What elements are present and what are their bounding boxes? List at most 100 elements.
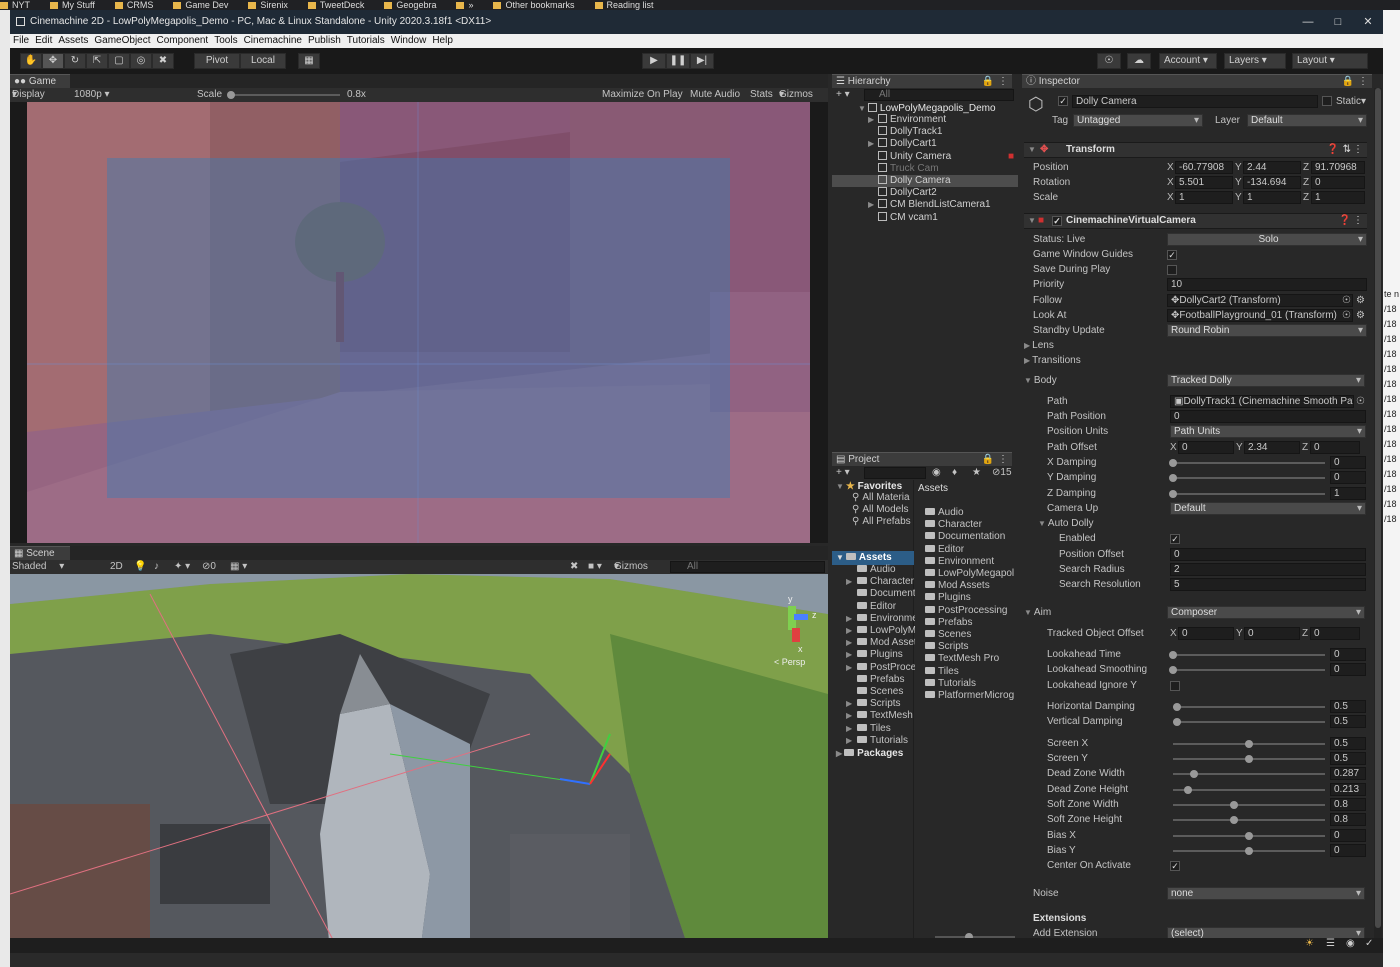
inspector-menu-icon[interactable]: ⋮ bbox=[1358, 75, 1368, 89]
2d-toggle[interactable]: 2D bbox=[110, 560, 123, 574]
y-damping-slider-knob[interactable] bbox=[1169, 474, 1177, 482]
active-checkbox[interactable]: ✓ bbox=[1058, 96, 1068, 106]
aim-horizontal-damping-input[interactable]: 0.5 bbox=[1330, 700, 1366, 713]
project-search-input[interactable] bbox=[864, 467, 926, 479]
aim-lookahead-smoothing-slider-knob[interactable] bbox=[1169, 666, 1177, 674]
transform-tool-icon[interactable]: ◎ bbox=[130, 53, 152, 69]
audio-icon[interactable]: ♪ bbox=[154, 560, 159, 574]
asset-item[interactable]: Editor bbox=[925, 544, 964, 556]
standby-dropdown[interactable]: Round Robin bbox=[1167, 324, 1367, 337]
aim-bias-x-slider[interactable] bbox=[1173, 832, 1325, 840]
scale-tool-icon[interactable]: ⇱ bbox=[86, 53, 108, 69]
gizmos-toggle[interactable]: Gizmos ▾ bbox=[779, 88, 813, 102]
z-damping-slider[interactable] bbox=[1169, 490, 1325, 498]
folder-tree-item[interactable]: ▶ TextMesh bbox=[846, 710, 913, 722]
priority-input[interactable]: 10 bbox=[1167, 278, 1367, 291]
aim-bias-x-slider-knob[interactable] bbox=[1245, 832, 1253, 840]
transform-scl-y-input[interactable]: 1 bbox=[1243, 191, 1301, 204]
z-damping-input[interactable]: 1 bbox=[1330, 487, 1366, 500]
inspector-lock-icon[interactable]: 🔒 bbox=[1342, 75, 1354, 89]
folder-tree-item[interactable]: ▶ Mod Asset bbox=[846, 637, 917, 649]
project-add-button[interactable]: + ▾ bbox=[836, 466, 850, 480]
transform-pos-z-input[interactable]: 91.70968 bbox=[1311, 161, 1365, 174]
transform-rot-x-input[interactable]: 5.501 bbox=[1175, 176, 1233, 189]
path-picker-icon[interactable]: ☉ bbox=[1356, 395, 1365, 409]
aim-bias-y-slider[interactable] bbox=[1173, 847, 1325, 855]
aim-dead-zone-height-input[interactable]: 0.213 bbox=[1330, 783, 1366, 796]
rotate-tool-icon[interactable]: ↻ bbox=[64, 53, 86, 69]
bookmark-item[interactable]: My Stuff bbox=[50, 0, 95, 10]
aim-bias-x-input[interactable]: 0 bbox=[1330, 829, 1366, 842]
persp-label[interactable]: < Persp bbox=[774, 657, 805, 667]
folder-tree-item[interactable]: Prefabs bbox=[846, 674, 904, 686]
game-viewport[interactable] bbox=[10, 102, 828, 543]
close-button[interactable]: ✕ bbox=[1353, 10, 1383, 34]
aim-soft-zone-height-input[interactable]: 0.8 bbox=[1330, 813, 1366, 826]
x-damping-slider-knob[interactable] bbox=[1169, 459, 1177, 467]
grid-icon[interactable]: ▦ ▾ bbox=[230, 560, 247, 574]
aim-soft-zone-height-slider-knob[interactable] bbox=[1229, 816, 1238, 824]
x-damping-input[interactable]: 0 bbox=[1330, 456, 1366, 469]
z-damping-slider-knob[interactable] bbox=[1169, 490, 1177, 498]
folder-tree-item[interactable]: ▶ Tutorials bbox=[846, 735, 908, 747]
body-dropdown[interactable]: Tracked Dolly bbox=[1167, 374, 1365, 387]
asset-item[interactable]: Prefabs bbox=[925, 617, 972, 629]
rect-tool-icon[interactable]: ▢ bbox=[108, 53, 130, 69]
lens-foldout[interactable]: ▶ Lens bbox=[1024, 339, 1054, 353]
asset-item[interactable]: Environment bbox=[925, 556, 994, 568]
asset-item[interactable]: PostProcessing bbox=[925, 605, 1007, 617]
lookat-gear-icon[interactable]: ⚙ bbox=[1356, 309, 1365, 323]
aim-screen-y-slider-knob[interactable] bbox=[1245, 755, 1253, 763]
stack-icon[interactable]: ☰ bbox=[1326, 938, 1335, 949]
grid-snap-icon[interactable]: ▦ bbox=[298, 53, 320, 69]
aim-lookahead-smoothing-slider[interactable] bbox=[1169, 666, 1325, 674]
aim-soft-zone-height-slider[interactable] bbox=[1173, 816, 1325, 824]
follow-gear-icon[interactable]: ⚙ bbox=[1356, 294, 1365, 308]
aim-screen-y-slider[interactable] bbox=[1173, 755, 1325, 763]
bookmark-item[interactable]: Other bookmarks bbox=[493, 0, 575, 10]
display-dropdown[interactable]: Display 1 ▾ bbox=[12, 88, 45, 114]
auto-dolly-foldout[interactable]: ▼ Auto Dolly bbox=[1038, 517, 1094, 531]
hierarchy-item[interactable]: Dolly Camera bbox=[832, 175, 1018, 187]
hierarchy-item[interactable]: ▶ DollyCart1 bbox=[832, 138, 1018, 150]
folder-tree-item[interactable]: ▶ Tiles bbox=[846, 723, 891, 735]
aim-lookahead-time-input[interactable]: 0 bbox=[1330, 648, 1366, 661]
vcam-header[interactable]: ▼ ■ ✓ CinemachineVirtualCamera ❓ ⋮ bbox=[1024, 213, 1367, 229]
aim-horizontal-damping-slider[interactable] bbox=[1172, 703, 1325, 711]
tag-dropdown[interactable]: Untagged bbox=[1073, 114, 1203, 127]
layer-dropdown[interactable]: Default bbox=[1247, 114, 1367, 127]
help-icon[interactable]: ❓ bbox=[1327, 143, 1339, 157]
aim-vertical-damping-slider-knob[interactable] bbox=[1172, 718, 1181, 726]
play-button[interactable]: ▶ bbox=[642, 53, 666, 69]
transform-header[interactable]: ▼ ✥ Transform ❓ ⇅ ⋮ bbox=[1024, 142, 1367, 158]
resolution-dropdown[interactable]: 1080p (1920x1080) ▾ bbox=[74, 88, 130, 114]
favorite-item[interactable]: ⚲ All Prefabs bbox=[852, 516, 911, 528]
aim-soft-zone-width-slider[interactable] bbox=[1173, 801, 1325, 809]
shading-dropdown[interactable]: Shaded ▾ bbox=[12, 560, 64, 574]
stats-toggle[interactable]: Stats bbox=[750, 88, 773, 102]
project-menu-icon[interactable]: ⋮ bbox=[998, 453, 1008, 467]
project-lock-icon[interactable]: 🔒 bbox=[982, 453, 994, 467]
bookmark-item[interactable]: » bbox=[456, 0, 473, 10]
asset-item[interactable]: Mod Assets bbox=[925, 580, 990, 592]
transform-pos-y-input[interactable]: 2.44 bbox=[1243, 161, 1301, 174]
hierarchy-item[interactable]: ▶ Environment bbox=[832, 114, 1018, 126]
path-offset-z-input[interactable]: 0 bbox=[1310, 441, 1360, 454]
follow-picker-icon[interactable]: ☉ bbox=[1342, 294, 1351, 308]
hidden-objects-icon[interactable]: ⊘ 0 bbox=[202, 560, 216, 574]
move-tool-icon[interactable]: ✥ bbox=[42, 53, 64, 69]
preset-icon[interactable]: ⇅ bbox=[1343, 143, 1351, 157]
vcam-enabled-checkbox[interactable]: ✓ bbox=[1052, 216, 1062, 226]
folder-tree-item[interactable]: ▶ PostProce bbox=[846, 662, 916, 674]
assets-root-item[interactable]: ▼ Assets bbox=[832, 551, 914, 565]
aim-horizontal-damping-slider-knob[interactable] bbox=[1172, 703, 1181, 711]
menu-file[interactable]: File bbox=[13, 35, 29, 46]
maximize-button[interactable]: □ bbox=[1323, 10, 1353, 34]
hierarchy-item[interactable]: DollyTrack1 bbox=[832, 126, 1018, 138]
asset-item[interactable]: Tutorials bbox=[925, 678, 976, 690]
center-on-activate-checkbox[interactable]: ✓ bbox=[1170, 861, 1180, 871]
menu-help[interactable]: Help bbox=[432, 35, 453, 46]
hierarchy-add-button[interactable]: + ▾ bbox=[836, 88, 850, 102]
scene-gizmos-dropdown[interactable]: Gizmos ▾ bbox=[614, 560, 648, 574]
hierarchy-item[interactable]: ▶ CM BlendListCamera1 bbox=[832, 199, 1018, 211]
